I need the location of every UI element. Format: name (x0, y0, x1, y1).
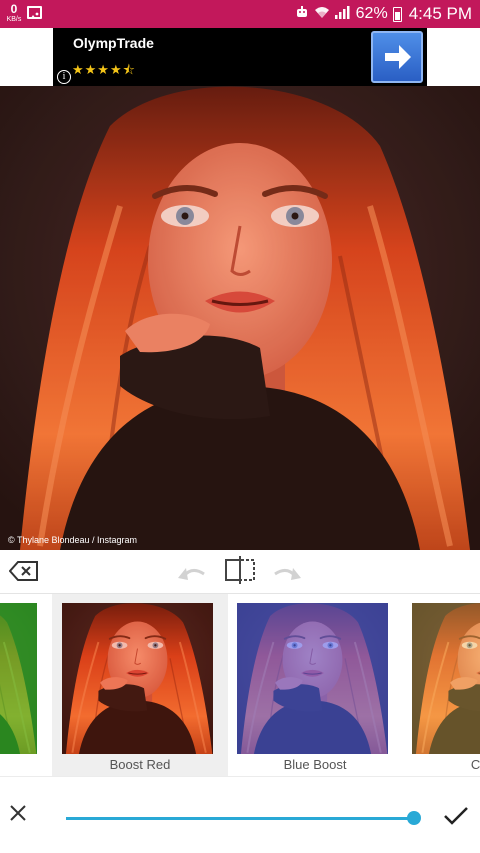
filter-thumbnail (0, 603, 37, 754)
filter-card-colour[interactable]: Colour (402, 594, 480, 776)
filter-strip[interactable]: Boost Red Blue Boost Colour (0, 594, 480, 776)
status-right-group: 62% 4:45 PM (295, 0, 472, 28)
intensity-slider[interactable] (66, 817, 414, 820)
network-speed-value: 0 (10, 2, 18, 16)
gallery-notification-icon (27, 6, 42, 19)
filter-thumbnail (237, 603, 388, 754)
ad-title: OlympTrade (73, 35, 154, 51)
checkmark-icon[interactable] (443, 806, 469, 831)
clock: 4:45 PM (408, 4, 472, 23)
filter-label: Blue Boost (283, 757, 347, 772)
arrow-right-icon (385, 45, 411, 69)
intensity-slider-handle[interactable] (407, 811, 421, 825)
close-icon[interactable] (9, 804, 27, 827)
status-bar: 0 KB/s 62% 4:45 PM (0, 0, 480, 28)
ad-rating-stars: ★★★★⯪ (72, 62, 136, 77)
network-speed-unit: KB/s (6, 16, 22, 23)
network-speed: 0 KB/s (4, 3, 24, 23)
wifi-icon (314, 5, 330, 24)
battery-icon (392, 6, 402, 22)
battery-percent: 62% (355, 5, 388, 22)
signal-icon (334, 5, 351, 24)
filter-thumbnail (62, 603, 213, 754)
filter-card-blue-boost[interactable]: Blue Boost (227, 594, 403, 776)
main-photo: © Thylane Blondeau / Instagram (0, 86, 480, 550)
bottom-bar (0, 776, 480, 853)
redo-icon[interactable] (271, 562, 303, 589)
compare-icon[interactable] (224, 556, 256, 589)
portrait-image (0, 86, 480, 550)
android-notification-icon (295, 5, 309, 24)
ad-banner[interactable]: OlympTrade ★★★★⯪ i (53, 28, 427, 86)
filter-card-partial[interactable] (0, 594, 52, 776)
ad-info-icon[interactable]: i (57, 70, 71, 84)
filter-thumbnail (412, 603, 480, 754)
backspace-icon[interactable] (8, 561, 39, 586)
edit-toolbar (0, 550, 480, 594)
undo-icon[interactable] (176, 562, 208, 589)
ad-arrow-button[interactable] (371, 31, 423, 83)
filter-label: Boost Red (109, 757, 171, 772)
filter-label: Colour (470, 757, 480, 772)
photo-credit: © Thylane Blondeau / Instagram (8, 535, 138, 545)
filter-card-boost-red[interactable]: Boost Red (52, 594, 228, 776)
